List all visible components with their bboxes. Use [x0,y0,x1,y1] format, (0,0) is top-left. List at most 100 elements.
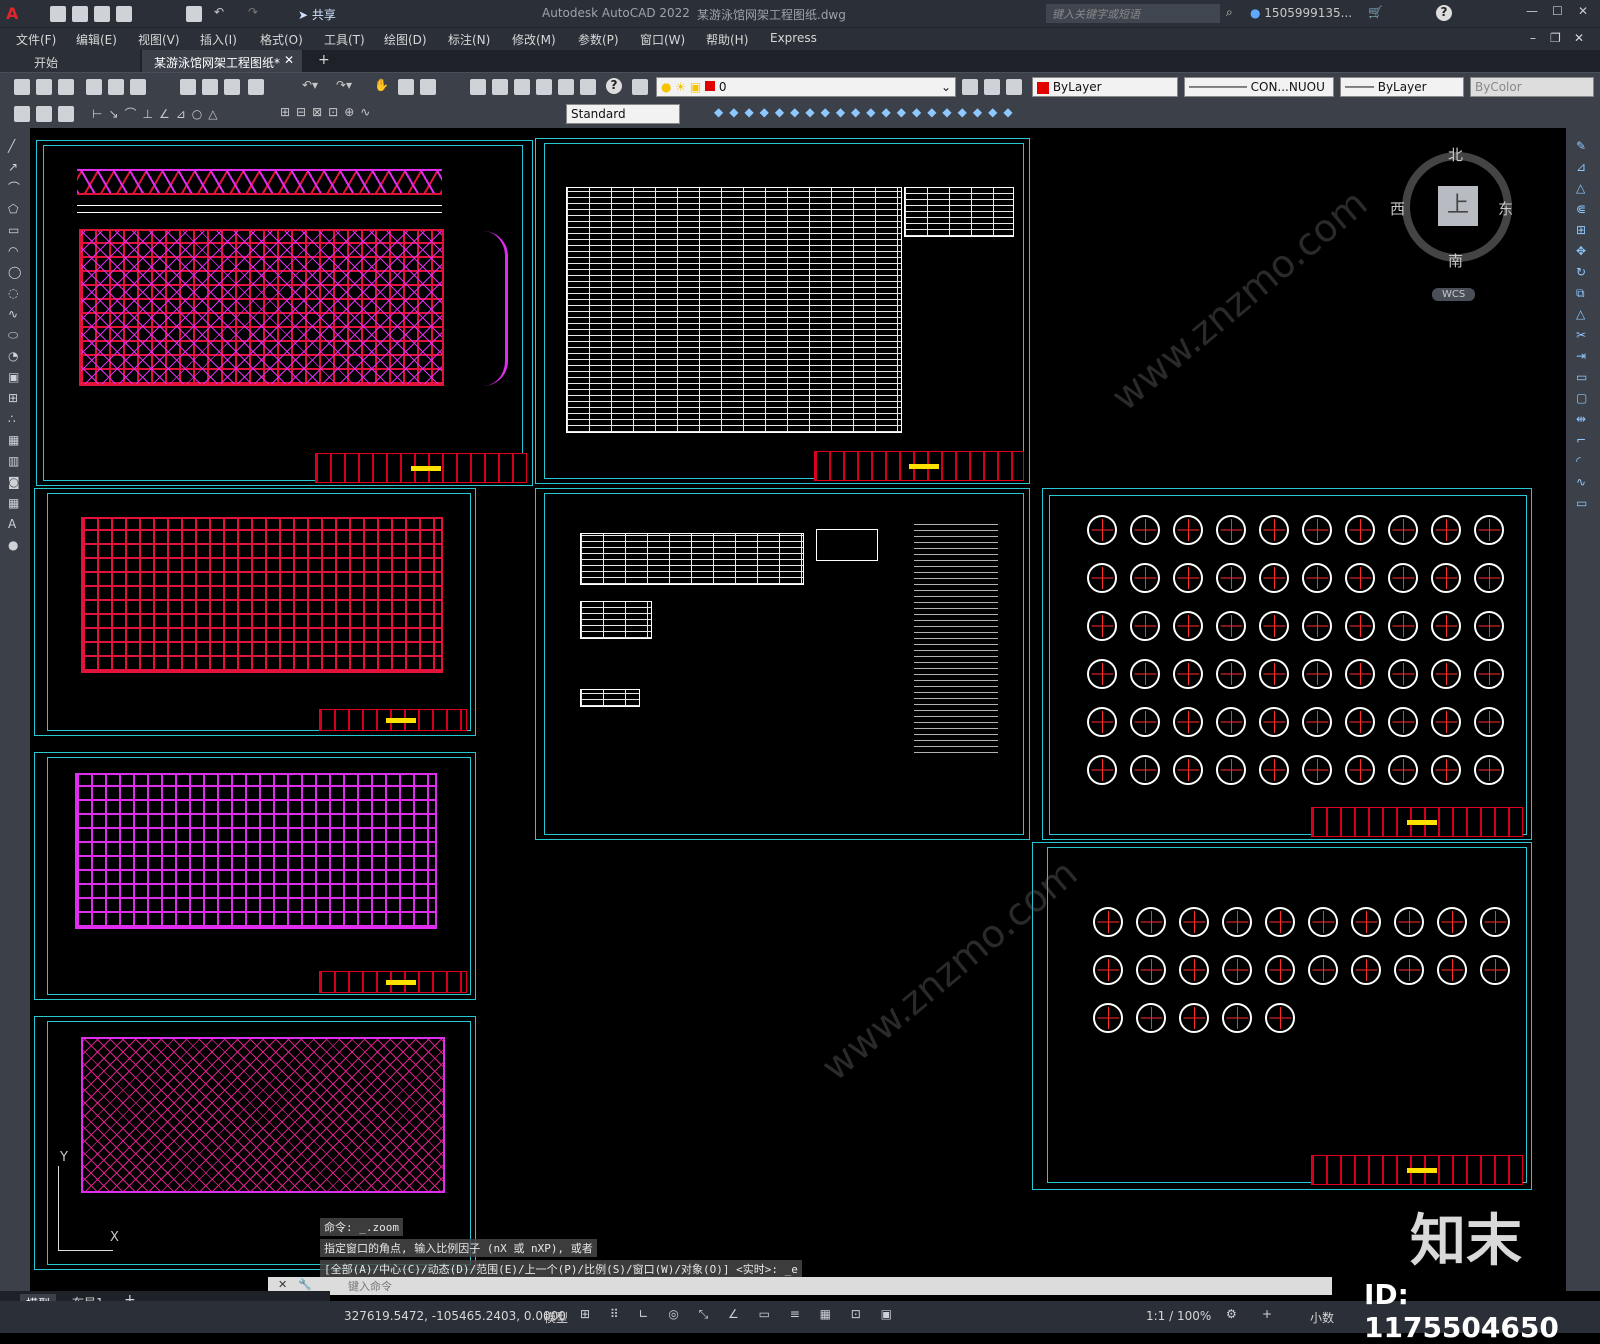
dim-arc-icon[interactable] [58,106,74,122]
command-close-icon[interactable]: ✕ [278,1278,287,1291]
gear-icon[interactable]: ⚙ [1226,1307,1237,1321]
command-input[interactable]: ✕ 🔧 键入命令 [268,1277,1332,1295]
menu-express[interactable]: Express [770,31,817,45]
menu-draw[interactable]: 绘图(D) [384,31,427,48]
saveas-icon[interactable] [116,6,132,22]
drawing-sheet-3[interactable] [34,488,476,736]
save-icon[interactable] [94,6,110,22]
doc-minimize-icon[interactable]: – [1530,31,1536,45]
tab-close-icon[interactable]: ✕ [284,53,294,67]
tb-help-icon[interactable]: ? [606,78,622,94]
tb-save-icon[interactable] [58,79,74,95]
lineweight-dropdown[interactable]: ──── ByLayer [1340,77,1464,97]
viewcube-top-face[interactable]: 上 [1438,186,1478,226]
new-tab-button[interactable]: + [318,52,330,68]
layer-dropdown[interactable]: ● ☀ ▣ 0 ⌄ [656,77,956,97]
color-dropdown[interactable]: ByLayer [1032,77,1178,97]
menu-file[interactable]: 文件(F) [16,31,56,48]
tb-publish-icon[interactable] [130,79,146,95]
textstyle-dropdown[interactable]: Standard [566,104,680,124]
units-dropdown[interactable]: 小数 [1310,1309,1334,1326]
app-menu-icon[interactable]: A [6,4,18,23]
close-icon[interactable]: ✕ [1578,4,1588,18]
tab-start[interactable]: 开始 [0,50,140,72]
tb-pan-icon[interactable]: ✋ [374,78,389,92]
plot-icon[interactable] [186,6,202,22]
tb-open-icon[interactable] [36,79,52,95]
tb-undo-icon[interactable]: ↶▾ [302,78,318,92]
drawing-canvas[interactable]: 上 北 南 西 东 WCS Y X www.znzmo.com www.znzm… [30,128,1566,1291]
viewcube-north[interactable]: 北 [1448,144,1463,165]
drawing-sheet-1[interactable] [36,140,533,486]
help-icon[interactable]: ? [1436,5,1452,21]
open-icon[interactable] [72,6,88,22]
layer-manager-icon[interactable] [632,79,648,95]
menu-modify[interactable]: 修改(M) [512,31,556,48]
share-button[interactable]: ➤ 共享 [298,6,336,23]
tb-new-icon[interactable] [14,79,30,95]
plotstyle-dropdown[interactable]: ByColor [1470,77,1594,97]
status-toggle-icons[interactable]: ⊞ ⠿ ∟ ◎ ⤡ ∠ ▭ ≡ ▦ ⊡ ▣ [580,1307,900,1322]
tab-document[interactable]: 某游泳馆网架工程图纸* ✕ [142,50,302,72]
menu-view[interactable]: 视图(V) [138,31,180,48]
tb-markup-icon[interactable] [558,79,574,95]
tb-sheetset-icon[interactable] [536,79,552,95]
tb-zoomwin-icon[interactable] [420,79,436,95]
search-input[interactable]: 键入关键字或短语 [1046,4,1220,23]
cart-icon[interactable]: 🛒 [1368,5,1383,19]
search-icon[interactable]: ⌕ [1226,5,1233,20]
drawing-sheet-6[interactable] [34,752,476,1000]
annotation-scale[interactable]: 1:1 / 100% [1146,1309,1211,1323]
dim-linear-icon[interactable] [14,106,30,122]
menu-dimension[interactable]: 标注(N) [448,31,490,48]
tb-preview-icon[interactable] [108,79,124,95]
tb-calc-icon[interactable] [580,79,596,95]
layer-state-icon[interactable] [1006,79,1022,95]
tb-redo-icon[interactable]: ↷▾ [336,78,352,92]
doc-close-icon[interactable]: ✕ [1574,31,1584,45]
tb-palettes-icon[interactable] [514,79,530,95]
menu-parametric[interactable]: 参数(P) [578,31,619,48]
user-account[interactable]: ● 1505999135... [1250,6,1352,20]
layer-current-icon[interactable] [962,79,978,95]
tb-zoom-icon[interactable] [398,79,414,95]
viewcube-west[interactable]: 西 [1390,198,1405,219]
tb-copy-icon[interactable] [202,79,218,95]
modify-tool-icons[interactable]: ✎ ⊿ △ ⋐ ⊞ ✥ ↻ ⧉ △ ✂ ⇥ ▭ ▢ ⇹ ⌐ ◜ ∿ ▭ [1576,136,1590,514]
maximize-icon[interactable]: ☐ [1552,4,1563,18]
model-space-button[interactable]: 模型 [544,1309,568,1326]
layer-previous-icon[interactable] [984,79,1000,95]
menu-format[interactable]: 格式(O) [260,31,303,48]
tb-match-icon[interactable] [248,79,264,95]
tb-designcenter-icon[interactable] [492,79,508,95]
wcs-menu[interactable]: WCS [1432,288,1476,301]
dim-tools-icons[interactable]: ⊢↘⌒⊥∠⊿○△ [92,105,223,122]
dim-aligned-icon[interactable] [36,106,52,122]
minimize-icon[interactable]: — [1526,4,1538,18]
linetype-dropdown[interactable]: ──────── CON...NUOU [1184,77,1334,97]
menu-edit[interactable]: 编辑(E) [76,31,117,48]
viewcube-east[interactable]: 东 [1498,198,1513,219]
drawing-sheet-4[interactable] [535,488,1030,840]
draw-tool-icons[interactable]: ╱ ↗ ⌒ ⬠ ▭ ◠ ◯ ◌ ∿ ⬭ ◔ ▣ ⊞ ∴ ▦ ▥ ◙ ▦ A ● [8,136,22,556]
modify-tools-icons[interactable]: ◆◆◆◆◆◆◆◆◆◆◆◆◆◆◆◆◆◆◆◆ [714,105,1019,119]
tb-paste-icon[interactable] [224,79,240,95]
viewcube-south[interactable]: 南 [1448,250,1463,271]
new-icon[interactable] [50,6,66,22]
dim-more-icons[interactable]: ⊞⊟⊠⊡⊕∿ [280,105,376,119]
tb-plot-icon[interactable] [86,79,102,95]
tb-cut-icon[interactable] [180,79,196,95]
undo-icon[interactable]: ↶ [214,5,224,19]
menu-tools[interactable]: 工具(T) [324,31,365,48]
viewcube[interactable]: 上 [1402,152,1512,262]
drawing-sheet-7[interactable] [1032,842,1532,1190]
redo-icon[interactable]: ↷ [248,5,258,19]
menu-help[interactable]: 帮助(H) [706,31,748,48]
command-customize-icon[interactable]: 🔧 [298,1278,312,1291]
doc-restore-icon[interactable]: ❐ [1550,31,1561,45]
drawing-sheet-2[interactable] [535,138,1030,484]
menu-window[interactable]: 窗口(W) [640,31,685,48]
drawing-sheet-5[interactable] [1042,488,1532,840]
tb-properties-icon[interactable] [470,79,486,95]
menu-insert[interactable]: 插入(I) [200,31,237,48]
